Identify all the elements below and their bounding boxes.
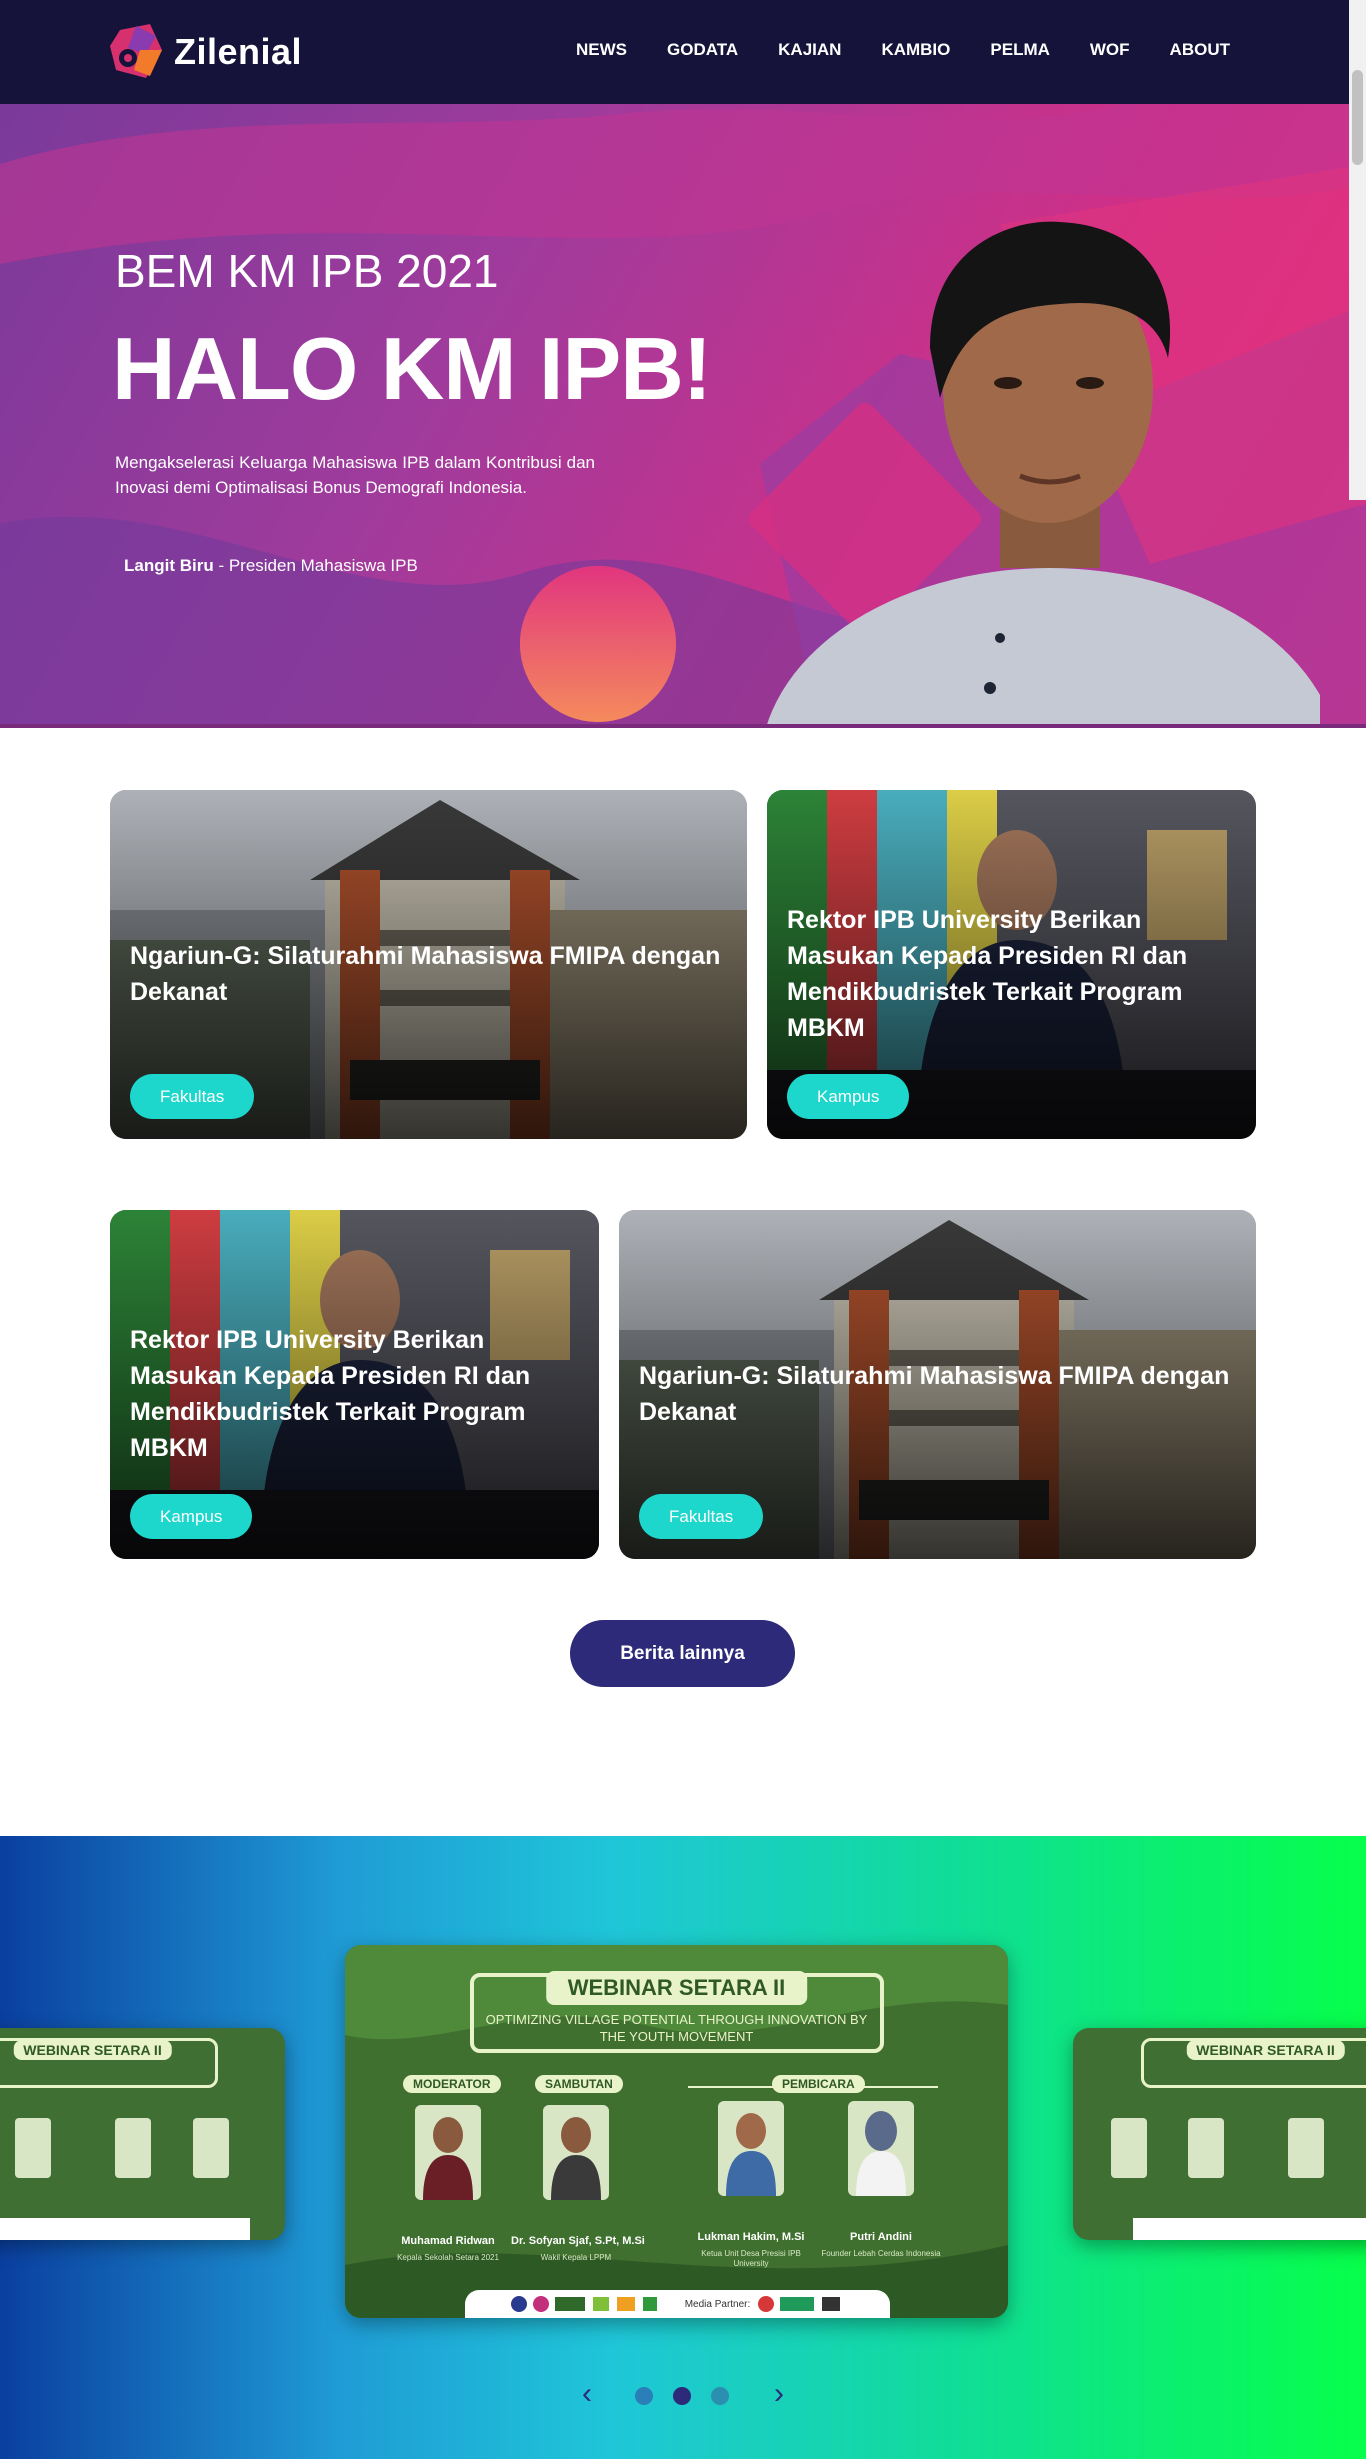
zilenial-logo-icon bbox=[106, 20, 170, 84]
speaker-role: Founder Lebah Cerdas Indonesia bbox=[821, 2249, 941, 2258]
card-title[interactable]: Rektor IPB University Berikan Masukan Ke… bbox=[130, 1322, 579, 1466]
more-news-button[interactable]: Berita lainnya bbox=[570, 1620, 795, 1687]
speaker-name: Lukman Hakim, M.Si bbox=[697, 2231, 805, 2243]
carousel-slide-next[interactable]: WEBINAR SETARA II bbox=[1073, 2028, 1366, 2240]
credit-role: - Presiden Mahasiswa IPB bbox=[213, 556, 418, 575]
scrollbar[interactable] bbox=[1349, 0, 1366, 500]
nav-kambio[interactable]: KAMBIO bbox=[881, 40, 950, 60]
card-tag[interactable]: Fakultas bbox=[639, 1494, 764, 1539]
carousel-dot-3[interactable] bbox=[711, 2387, 729, 2405]
scrollbar-thumb[interactable] bbox=[1352, 70, 1363, 165]
speaker-photos bbox=[415, 2101, 914, 2200]
card-title[interactable]: Rektor IPB University Berikan Masukan Ke… bbox=[787, 902, 1236, 1046]
speaker-photos bbox=[1111, 2118, 1366, 2240]
carousel-dot-1[interactable] bbox=[635, 2387, 653, 2405]
speaker-role: Kepala Sekolah Setara 2021 bbox=[397, 2253, 499, 2262]
poster-carousel: WEBINAR SETARA II WEBINAR SETARA II WEBI… bbox=[0, 1836, 1366, 2459]
news-card[interactable]: Rektor IPB University Berikan Masukan Ke… bbox=[767, 790, 1256, 1139]
speaker-role: Wakil Kepala LPPM bbox=[540, 2253, 612, 2262]
hero-credit: Langit Biru - Presiden Mahasiswa IPB bbox=[124, 556, 418, 576]
speaker-name: Muhamad Ridwan bbox=[401, 2235, 495, 2247]
nav-news[interactable]: NEWS bbox=[576, 40, 627, 60]
carousel-controls: ‹ › bbox=[0, 2379, 1366, 2410]
chevron-left-icon[interactable]: ‹ bbox=[572, 2379, 602, 2410]
credit-name: Langit Biru bbox=[124, 556, 214, 575]
media-partner-logos bbox=[758, 2296, 841, 2312]
main-nav: NEWS GODATA KAJIAN KAMBIO PELMA WOF ABOU… bbox=[536, 40, 1230, 60]
speaker-role: Ketua Unit Desa Presisi IPB University bbox=[701, 2249, 801, 2268]
brand-name: Zilenial bbox=[174, 31, 303, 72]
nav-about[interactable]: ABOUT bbox=[1170, 40, 1230, 60]
card-title[interactable]: Ngariun-G: Silaturahmi Mahasiswa FMIPA d… bbox=[130, 938, 727, 1010]
partner-logos bbox=[510, 2296, 657, 2312]
nav-pelma[interactable]: PELMA bbox=[990, 40, 1050, 60]
chevron-right-icon[interactable]: › bbox=[764, 2379, 794, 2410]
hero-title: HALO KM IPB! bbox=[112, 319, 712, 418]
carousel-dot-2[interactable] bbox=[673, 2387, 691, 2405]
nav-kajian[interactable]: KAJIAN bbox=[778, 40, 841, 60]
card-title[interactable]: Ngariun-G: Silaturahmi Mahasiswa FMIPA d… bbox=[639, 1358, 1236, 1430]
carousel-slide-prev[interactable]: WEBINAR SETARA II bbox=[0, 2028, 285, 2240]
nav-wof[interactable]: WOF bbox=[1090, 40, 1130, 60]
brand-logo[interactable]: Zilenial bbox=[106, 20, 302, 84]
media-partner-label: Media Partner: bbox=[684, 2298, 751, 2310]
hero-section: BEM KM IPB 2021 HALO KM IPB! Mengakseler… bbox=[0, 104, 1366, 728]
navbar: Zilenial NEWS GODATA KAJIAN KAMBIO PELMA… bbox=[0, 0, 1366, 104]
carousel-slide-active[interactable]: WEBINAR SETARA II OPTIMIZING VILLAGE POT… bbox=[345, 1945, 1008, 2318]
speaker-name: Putri Andini bbox=[850, 2231, 912, 2243]
hero-subtitle: BEM KM IPB 2021 bbox=[115, 245, 499, 297]
hero-divider bbox=[0, 724, 1366, 728]
hero-description: Mengakselerasi Keluarga Mahasiswa IPB da… bbox=[115, 453, 595, 497]
news-card[interactable]: Ngariun-G: Silaturahmi Mahasiswa FMIPA d… bbox=[619, 1210, 1256, 1559]
speaker-photos bbox=[0, 2118, 250, 2240]
partner-bar: Media Partner: bbox=[465, 2290, 890, 2318]
card-tag[interactable]: Kampus bbox=[787, 1074, 910, 1119]
hero-portrait-image bbox=[765, 221, 1320, 728]
card-tag[interactable]: Fakultas bbox=[130, 1074, 255, 1119]
news-card[interactable]: Rektor IPB University Berikan Masukan Ke… bbox=[110, 1210, 599, 1559]
nav-godata[interactable]: GODATA bbox=[667, 40, 738, 60]
news-card[interactable]: Ngariun-G: Silaturahmi Mahasiswa FMIPA d… bbox=[110, 790, 747, 1139]
card-tag[interactable]: Kampus bbox=[130, 1494, 253, 1539]
speaker-name: Dr. Sofyan Sjaf, S.Pt, M.Si bbox=[511, 2235, 645, 2247]
